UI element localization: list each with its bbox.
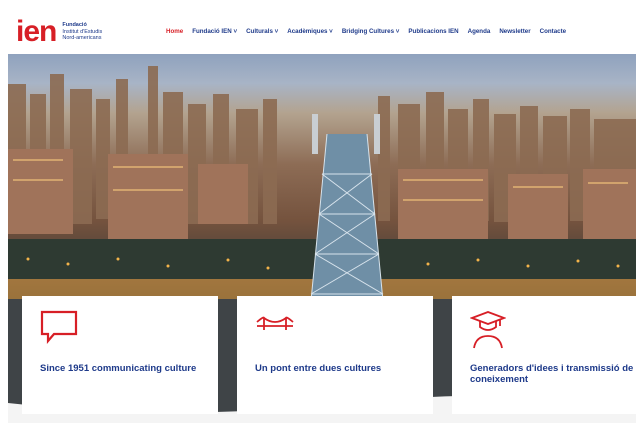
site-header: ien Fundació Institut d'Estudis Nord-ame… bbox=[8, 11, 636, 54]
nav-culturals[interactable]: Culturals ˅ bbox=[246, 28, 278, 35]
main-nav: Home Fundació IEN ˅ Culturals ˅ Acadèmiq… bbox=[166, 28, 566, 35]
nav-bridging-cultures[interactable]: Bridging Cultures ˅ bbox=[342, 28, 400, 35]
logo-text: Fundació Institut d'Estudis Nord-america… bbox=[62, 22, 102, 42]
card-title: Un pont entre dues cultures bbox=[255, 363, 382, 374]
card-pont-entre-cultures[interactable]: Un pont entre dues cultures bbox=[237, 296, 433, 414]
bridge-icon bbox=[256, 316, 294, 330]
nav-agenda[interactable]: Agenda bbox=[468, 28, 491, 35]
card-communicating-culture[interactable]: Since 1951 communicating culture bbox=[22, 296, 218, 414]
card-generadors-idees[interactable]: Generadors d'idees i transmissió de cone… bbox=[452, 296, 636, 414]
nav-newsletter[interactable]: Newsletter bbox=[499, 28, 530, 35]
nav-academiques[interactable]: Acadèmiques ˅ bbox=[287, 28, 333, 35]
card-title: Generadors d'idees i transmissió de cone… bbox=[470, 363, 634, 385]
page-frame: ien Fundació Institut d'Estudis Nord-ame… bbox=[8, 11, 636, 423]
nav-home[interactable]: Home bbox=[166, 28, 183, 35]
nav-fundacio-ien[interactable]: Fundació IEN ˅ bbox=[192, 28, 237, 35]
logo-mark: ien bbox=[16, 15, 57, 48]
ien-logo[interactable]: ien Fundació Institut d'Estudis Nord-ame… bbox=[16, 17, 102, 47]
card-title: Since 1951 communicating culture bbox=[40, 363, 197, 374]
nav-publicacions[interactable]: Publicacions IEN bbox=[408, 28, 458, 35]
graduate-icon bbox=[470, 311, 506, 349]
nav-contacte[interactable]: Contacte bbox=[540, 28, 566, 35]
speech-bubble-icon bbox=[40, 310, 78, 344]
logo-line-3: Nord-americans bbox=[62, 35, 102, 42]
